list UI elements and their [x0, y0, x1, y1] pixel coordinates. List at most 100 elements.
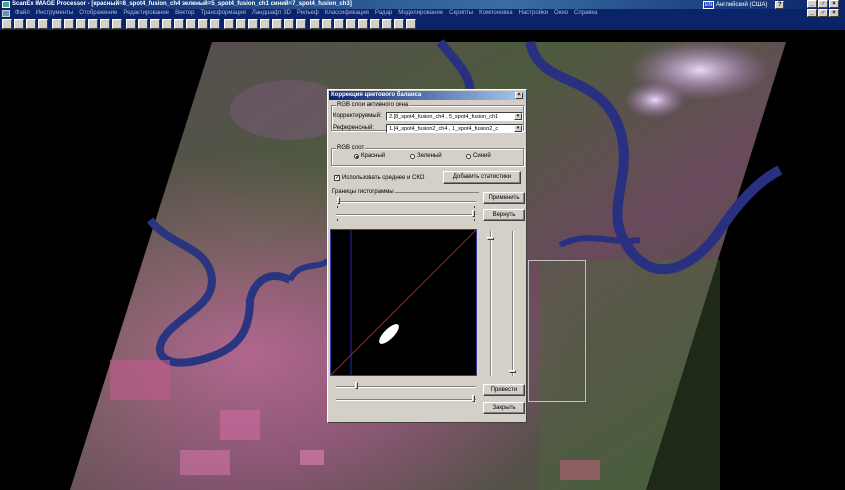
window-icon[interactable]	[406, 19, 416, 29]
contrast-icon[interactable]	[284, 19, 294, 29]
language-indicator[interactable]: EN Английский (США) ?	[703, 0, 785, 9]
regression-line	[331, 230, 476, 375]
record-icon[interactable]	[322, 19, 332, 29]
dialog-close-icon[interactable]: ×	[515, 92, 523, 99]
menu-item-14[interactable]: Окно	[551, 10, 571, 16]
menu-item-1[interactable]: Инструменты	[33, 10, 76, 16]
menu-item-7[interactable]: Рельеф	[294, 10, 322, 16]
close-button[interactable]: ×	[829, 0, 839, 8]
zoom-layer-icon[interactable]	[382, 19, 392, 29]
overlay-icon[interactable]	[370, 19, 380, 29]
hist-slider-max[interactable]	[471, 210, 475, 217]
corrected-layer-select[interactable]: 2.[8_spot4_fusion_ch4 , 5_spot4_fusion_c…	[386, 112, 523, 121]
v-slider-2[interactable]	[509, 370, 516, 374]
doc-restore-button[interactable]: ♂	[818, 9, 828, 17]
edit-icon[interactable]	[210, 19, 220, 29]
radio-red-label: Красный	[361, 153, 386, 159]
menu-item-12[interactable]: Компоновка	[476, 10, 515, 16]
identify-icon[interactable]	[186, 19, 196, 29]
tick-mark	[337, 206, 338, 208]
menu-item-6[interactable]: Ландшафт 3D	[249, 10, 294, 16]
radio-blue[interactable]: Синий	[466, 153, 491, 159]
language-code: EN	[703, 0, 714, 9]
radio-blue-label: Синий	[473, 153, 491, 159]
info-icon[interactable]	[174, 19, 184, 29]
menu-item-0[interactable]: Файл	[12, 10, 33, 16]
histogram-icon[interactable]	[272, 19, 282, 29]
use-mean-sko-checkbox[interactable]: ✓ Использовать среднее и СКО	[334, 175, 424, 181]
bottom-slider-min[interactable]	[355, 382, 359, 389]
print-icon[interactable]	[38, 19, 48, 29]
layers-icon[interactable]	[26, 19, 36, 29]
composite-icon[interactable]	[260, 19, 270, 29]
point-cluster	[379, 324, 399, 344]
menu-item-4[interactable]: Вектор	[172, 10, 197, 16]
bar-icon[interactable]	[236, 19, 246, 29]
menu-item-13[interactable]: Настройки	[516, 10, 551, 16]
document-icon[interactable]	[2, 10, 10, 17]
histogram-bounds-label: Границы гистограммы	[331, 189, 395, 195]
menu-item-9[interactable]: Радар	[372, 10, 395, 16]
minimize-button[interactable]: _	[807, 0, 817, 8]
copy-icon[interactable]	[346, 19, 356, 29]
select-icon[interactable]	[150, 19, 160, 29]
ruler-icon[interactable]	[126, 19, 136, 29]
brightness-icon[interactable]	[296, 19, 306, 29]
doc-close-button[interactable]: ×	[829, 9, 839, 17]
refresh-icon[interactable]	[394, 19, 404, 29]
bottom-slider-max[interactable]	[471, 395, 475, 402]
target-icon[interactable]	[358, 19, 368, 29]
reference-layer-select[interactable]: 1.[4_spot4_fusion2_ch4 , 1_spot4_fusion2…	[386, 124, 523, 133]
tick-mark	[474, 219, 475, 221]
pan-icon[interactable]	[52, 19, 62, 29]
menu-item-11[interactable]: Скрипты	[446, 10, 476, 16]
dialog-title: Коррекция цветового баланса	[331, 92, 422, 98]
tick-mark	[474, 206, 475, 208]
rgb-layers-group-label: RGB слои активного окна	[336, 102, 410, 108]
open-icon[interactable]	[2, 19, 12, 29]
app-title-bar: ScanEx IMAGE Processor - [красный=8_spot…	[0, 0, 845, 9]
menu-item-8[interactable]: Классификация	[322, 10, 372, 16]
v-slider-track-2	[512, 231, 514, 376]
v-slider-1[interactable]	[487, 236, 494, 240]
save-icon[interactable]	[14, 19, 24, 29]
crosshair-icon[interactable]	[334, 19, 344, 29]
app-window-controls: _ ♂ ×	[807, 0, 839, 8]
revert-button[interactable]: Вернуть	[483, 209, 525, 221]
chevron-down-icon[interactable]: ▾	[514, 113, 522, 120]
selection-frame[interactable]	[528, 260, 586, 402]
radio-red[interactable]: Красный	[354, 153, 385, 159]
table-icon[interactable]	[310, 19, 320, 29]
chevron-down-icon[interactable]: ▾	[514, 125, 522, 132]
doc-window-controls: _ ♂ ×	[807, 9, 839, 17]
overview-icon[interactable]	[248, 19, 258, 29]
zoom-fit-icon[interactable]	[112, 19, 122, 29]
help-icon[interactable]: ?	[775, 0, 785, 9]
menu-item-3[interactable]: Редактирование	[120, 10, 172, 16]
zoom-in-icon[interactable]	[64, 19, 74, 29]
zoom-full-icon[interactable]	[100, 19, 110, 29]
zoom-box-icon[interactable]	[88, 19, 98, 29]
zoom-out-icon[interactable]	[76, 19, 86, 29]
chart-icon[interactable]	[198, 19, 208, 29]
radio-green[interactable]: Зеленый	[410, 153, 442, 159]
restore-button[interactable]: ♂	[818, 0, 828, 8]
menu-item-5[interactable]: Трансформация	[197, 10, 248, 16]
menu-items: Файл Инструменты Отображение Редактирование…	[12, 10, 601, 16]
add-statistics-button[interactable]: Добавить статистики	[443, 171, 521, 184]
close-dialog-button[interactable]: Закрыть	[483, 402, 525, 414]
doc-minimize-button[interactable]: _	[807, 9, 817, 17]
hist-slider-min[interactable]	[337, 197, 341, 204]
toolbar	[0, 18, 845, 30]
bring-button[interactable]: Привести	[483, 384, 525, 396]
scatter-plot-canvas	[331, 230, 476, 375]
frame-icon[interactable]	[162, 19, 172, 29]
apply-button[interactable]: Применить	[483, 192, 525, 204]
menu-item-2[interactable]: Отображение	[76, 10, 120, 16]
palette-icon[interactable]	[224, 19, 234, 29]
menu-item-15[interactable]: Справка	[571, 10, 601, 16]
menu-item-10[interactable]: Моделирование	[395, 10, 446, 16]
dialog-title-bar[interactable]: Коррекция цветового баланса ×	[329, 91, 525, 100]
scatter-plot[interactable]	[330, 229, 477, 376]
grid-icon[interactable]	[138, 19, 148, 29]
